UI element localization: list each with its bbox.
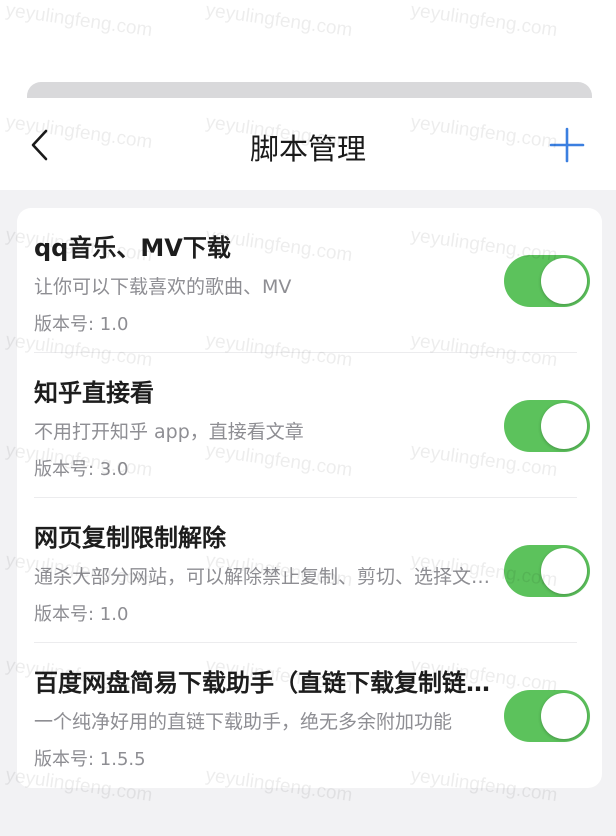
nav-bar: 脚本管理 bbox=[0, 98, 616, 190]
enable-toggle[interactable] bbox=[504, 255, 590, 307]
script-list: qq音乐、MV下载 让你可以下载喜欢的歌曲、MV 版本号: 1.0 知乎直接看 … bbox=[17, 208, 602, 788]
enable-toggle[interactable] bbox=[504, 690, 590, 742]
script-name: 网页复制限制解除 bbox=[34, 524, 226, 552]
list-item[interactable]: 知乎直接看 不用打开知乎 app，直接看文章 版本号: 3.0 bbox=[17, 353, 602, 498]
enable-toggle[interactable] bbox=[504, 545, 590, 597]
script-description: 一个纯净好用的直链下载助手，绝无多余附加功能 bbox=[34, 711, 453, 733]
toggle-knob bbox=[541, 403, 587, 449]
toggle-knob bbox=[541, 548, 587, 594]
script-manager-page: 脚本管理 qq音乐、MV下载 让你可以下载喜欢的歌曲、MV 版本号: 1.0 知… bbox=[0, 0, 616, 836]
script-name: qq音乐、MV下载 bbox=[34, 234, 231, 262]
script-version: 版本号: 1.0 bbox=[34, 314, 129, 335]
script-description: 通杀大部分网站，可以解除禁止复制、剪切、选择文本、右键菜单的限制 bbox=[34, 566, 494, 588]
toggle-knob bbox=[541, 258, 587, 304]
script-description: 让你可以下载喜欢的歌曲、MV bbox=[34, 276, 292, 298]
list-item[interactable]: 百度网盘简易下载助手（直链下载复制链接） 一个纯净好用的直链下载助手，绝无多余附… bbox=[17, 643, 602, 788]
enable-toggle[interactable] bbox=[504, 400, 590, 452]
script-version: 版本号: 1.0 bbox=[34, 604, 129, 625]
toggle-knob bbox=[541, 693, 587, 739]
list-item[interactable]: 网页复制限制解除 通杀大部分网站，可以解除禁止复制、剪切、选择文本、右键菜单的限… bbox=[17, 498, 602, 643]
script-version: 版本号: 1.5.5 bbox=[34, 749, 146, 770]
script-version: 版本号: 3.0 bbox=[34, 459, 129, 480]
script-description: 不用打开知乎 app，直接看文章 bbox=[34, 421, 304, 443]
script-name: 知乎直接看 bbox=[34, 379, 154, 407]
plus-icon[interactable] bbox=[548, 126, 586, 164]
list-item[interactable]: qq音乐、MV下载 让你可以下载喜欢的歌曲、MV 版本号: 1.0 bbox=[17, 208, 602, 353]
page-title: 脚本管理 bbox=[249, 132, 366, 166]
script-name: 百度网盘简易下载助手（直链下载复制链接） bbox=[34, 669, 494, 697]
